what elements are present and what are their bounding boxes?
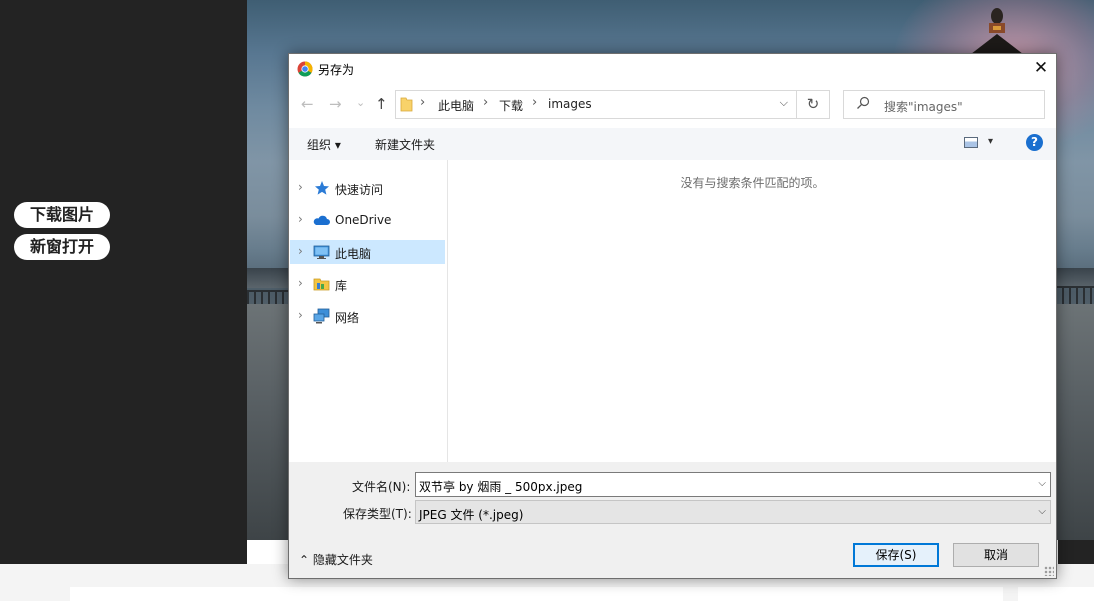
- nav-item-network[interactable]: › 网络: [290, 304, 445, 328]
- save-options-panel: 文件名(N): 双节亭 by 烟雨 _ 500px.jpeg ⌵ 保存类型(T)…: [289, 462, 1056, 578]
- nav-item-library[interactable]: › 库: [290, 272, 445, 296]
- page-content-card: [70, 587, 1003, 601]
- expand-chevron-icon[interactable]: ›: [298, 244, 303, 258]
- this-pc-monitor-icon: [313, 245, 330, 259]
- address-bar[interactable]: › 此电脑 › 下载 › images ⌵: [395, 90, 797, 119]
- breadcrumb-downloads[interactable]: 下载: [499, 97, 523, 114]
- nav-item-onedrive[interactable]: › OneDrive: [290, 208, 445, 232]
- expand-chevron-icon[interactable]: ›: [298, 276, 303, 290]
- view-dropdown-icon[interactable]: ▾: [988, 136, 993, 147]
- filetype-label: 保存类型(T):: [343, 507, 412, 521]
- download-image-button[interactable]: 下载图片: [14, 202, 110, 228]
- cancel-button[interactable]: 取消: [953, 543, 1039, 567]
- open-new-window-button[interactable]: 新窗打开: [14, 234, 110, 260]
- nav-item-label: 库: [335, 279, 348, 293]
- search-icon: [857, 96, 870, 109]
- navigation-row: ← → ⌄ ↑ › 此电脑 › 下载 › images ⌵ ↻ 搜索"image…: [289, 86, 1056, 124]
- left-sidebar: 下载图片 新窗打开: [0, 0, 247, 564]
- filename-field[interactable]: 双节亭 by 烟雨 _ 500px.jpeg ⌵: [415, 472, 1051, 497]
- new-folder-button[interactable]: 新建文件夹: [375, 136, 435, 153]
- hide-folders-button[interactable]: ⌃ 隐藏文件夹: [299, 551, 373, 568]
- quick-access-star-icon: [315, 181, 329, 195]
- nav-item-this-pc[interactable]: › 此电脑: [290, 240, 445, 264]
- breadcrumb-this-pc[interactable]: 此电脑: [438, 97, 474, 114]
- filename-value[interactable]: 双节亭 by 烟雨 _ 500px.jpeg: [419, 478, 582, 495]
- dialog-title: 另存为: [318, 63, 355, 77]
- nav-item-label: 网络: [335, 311, 360, 325]
- back-arrow-icon[interactable]: ←: [301, 95, 314, 113]
- search-box[interactable]: 搜索"images": [843, 90, 1045, 119]
- view-options-icon[interactable]: [964, 137, 978, 148]
- photo-caption-bar: [1058, 540, 1094, 564]
- breadcrumb-images[interactable]: images: [548, 97, 592, 111]
- save-button[interactable]: 保存(S): [853, 543, 939, 567]
- forward-arrow-icon[interactable]: →: [329, 95, 342, 113]
- folder-icon: [400, 97, 413, 112]
- filename-dropdown-icon[interactable]: ⌵: [1038, 478, 1046, 489]
- command-toolbar: 组织 ▾ 新建文件夹 ▾ ?: [289, 128, 1056, 160]
- close-button[interactable]: ✕: [1026, 54, 1056, 84]
- search-placeholder: 搜索"images": [884, 100, 963, 114]
- chrome-icon: [297, 61, 313, 77]
- up-arrow-icon[interactable]: ↑: [375, 95, 388, 113]
- breadcrumb-separator: ›: [420, 95, 426, 110]
- pavilion-roof-image: [971, 8, 1023, 54]
- resize-grip-icon[interactable]: [1044, 566, 1054, 576]
- nav-item-label: 快速访问: [335, 183, 384, 197]
- save-as-dialog: 另存为 ✕ ← → ⌄ ↑ › 此电脑 › 下载 › images ⌵ ↻ 搜索…: [288, 53, 1057, 579]
- expand-chevron-icon[interactable]: ›: [298, 212, 303, 226]
- filetype-select[interactable]: JPEG 文件 (*.jpeg) ⌵: [415, 500, 1051, 524]
- expand-chevron-icon[interactable]: ›: [298, 180, 303, 194]
- onedrive-cloud-icon: [313, 215, 330, 225]
- filetype-value: JPEG 文件 (*.jpeg): [419, 508, 524, 522]
- help-icon[interactable]: ?: [1026, 134, 1043, 151]
- navigation-pane: › 快速访问 › OneDrive › 此电脑 › 库 › 网络: [289, 160, 448, 462]
- address-dropdown-icon[interactable]: ⌵: [780, 96, 788, 110]
- library-icon: [313, 278, 330, 291]
- network-icon: [313, 308, 330, 324]
- recent-locations-icon[interactable]: ⌄: [356, 96, 365, 109]
- nav-item-quick-access[interactable]: › 快速访问: [290, 176, 445, 200]
- expand-chevron-icon[interactable]: ›: [298, 308, 303, 322]
- empty-results-message: 没有与搜索条件匹配的项。: [680, 176, 825, 190]
- breadcrumb-separator: ›: [483, 95, 489, 110]
- filename-label: 文件名(N):: [352, 480, 411, 494]
- breadcrumb-separator: ›: [532, 95, 538, 110]
- organize-button[interactable]: 组织 ▾: [307, 136, 341, 153]
- nav-item-label: OneDrive: [335, 213, 392, 227]
- refresh-button[interactable]: ↻: [797, 90, 830, 119]
- filetype-dropdown-icon[interactable]: ⌵: [1038, 506, 1046, 517]
- nav-item-label: 此电脑: [335, 247, 372, 261]
- page-side-card: [1018, 587, 1094, 601]
- dialog-titlebar: 另存为 ✕: [289, 54, 1056, 84]
